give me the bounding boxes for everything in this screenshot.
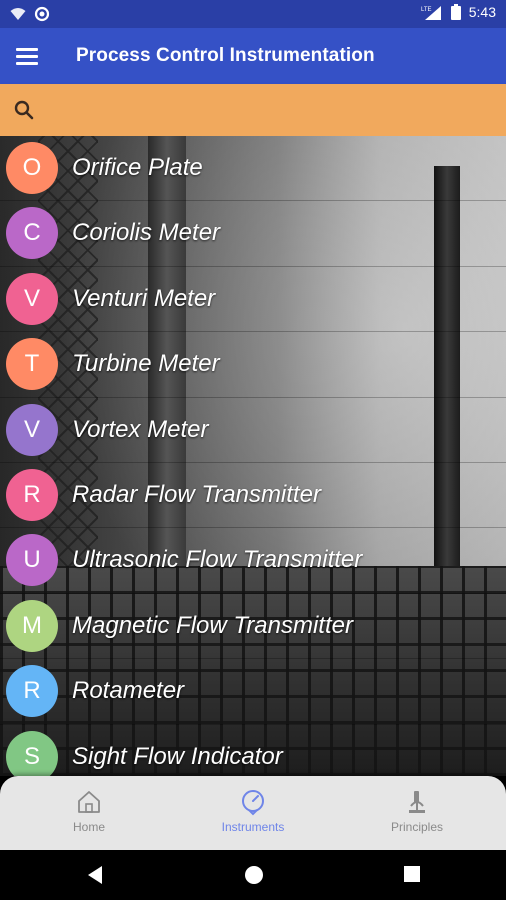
microscope-icon xyxy=(409,791,425,813)
instrument-name: Orifice Plate xyxy=(72,154,203,181)
letter-avatar: R xyxy=(6,468,58,521)
instrument-name: Venturi Meter xyxy=(72,284,216,312)
instrument-name: Vortex Meter xyxy=(72,415,209,443)
letter-avatar: O xyxy=(6,142,58,194)
instrument-list: O Orifice Plate C Coriolis Meter V Ventu… xyxy=(0,136,506,776)
search-input[interactable] xyxy=(48,94,492,128)
instrument-name: Turbine Meter xyxy=(72,350,220,378)
notification-dot-icon xyxy=(34,6,50,22)
network-label: LTE xyxy=(421,7,432,13)
list-item[interactable]: T Turbine Meter xyxy=(0,332,506,398)
letter-avatar: M xyxy=(6,599,58,652)
bottom-navigation: Home Instruments Principles xyxy=(0,776,506,850)
back-icon[interactable] xyxy=(86,865,104,885)
nav-principles[interactable]: Principles xyxy=(357,788,477,844)
list-item[interactable]: M Magnetic Flow Transmitter xyxy=(0,594,506,660)
recents-square-icon[interactable] xyxy=(403,865,421,883)
instrument-name: Rotameter xyxy=(72,677,185,705)
list-item[interactable]: R Rotameter xyxy=(0,659,506,725)
letter-avatar: R xyxy=(6,665,58,718)
home-icon xyxy=(78,791,100,813)
app-bar: Process Control Instrumentation xyxy=(0,28,506,84)
search-icon[interactable] xyxy=(12,98,36,122)
list-item[interactable]: O Orifice Plate xyxy=(0,136,506,202)
letter-avatar: S xyxy=(6,730,58,776)
wifi-icon xyxy=(10,8,26,20)
instrument-name: Radar Flow Transmitter xyxy=(72,480,321,508)
letter-avatar: V xyxy=(6,272,58,325)
letter-avatar: T xyxy=(6,338,58,391)
nav-home[interactable]: Home xyxy=(29,788,149,844)
letter-avatar: U xyxy=(6,534,58,587)
nav-principles-label: Principles xyxy=(390,820,444,834)
nav-home-label: Home xyxy=(72,820,105,834)
system-navigation-bar xyxy=(0,850,506,900)
lte-signal-icon: LTE xyxy=(421,6,441,20)
instrument-name: Ultrasonic Flow Transmitter xyxy=(72,546,363,574)
nav-instruments-label: Instruments xyxy=(221,820,285,834)
instrument-name: Sight Flow Indicator xyxy=(72,742,283,770)
battery-icon xyxy=(450,4,461,20)
list-item[interactable]: V Vortex Meter xyxy=(0,398,506,463)
instrument-name: Coriolis Meter xyxy=(72,219,221,247)
home-circle-icon[interactable] xyxy=(244,865,264,885)
instrument-name: Magnetic Flow Transmitter xyxy=(72,611,353,639)
nav-instruments[interactable]: Instruments xyxy=(193,788,313,844)
list-item[interactable]: S Sight Flow Indicator xyxy=(0,725,506,776)
list-item[interactable]: U Ultrasonic Flow Transmitter xyxy=(0,528,506,594)
hamburger-menu-icon[interactable] xyxy=(16,42,44,70)
app-title: Process Control Instrumentation xyxy=(76,45,375,66)
letter-avatar: C xyxy=(6,207,58,260)
instrument-list-area: O Orifice Plate C Coriolis Meter V Ventu… xyxy=(0,136,506,776)
gauge-icon xyxy=(242,790,264,816)
list-item[interactable]: C Coriolis Meter xyxy=(0,201,506,267)
list-item[interactable]: R Radar Flow Transmitter xyxy=(0,463,506,529)
search-bar xyxy=(0,84,506,136)
status-time: 5:43 xyxy=(468,4,496,20)
list-item[interactable]: V Venturi Meter xyxy=(0,267,506,333)
status-bar: LTE 5:43 xyxy=(0,0,506,28)
letter-avatar: V xyxy=(6,403,58,456)
